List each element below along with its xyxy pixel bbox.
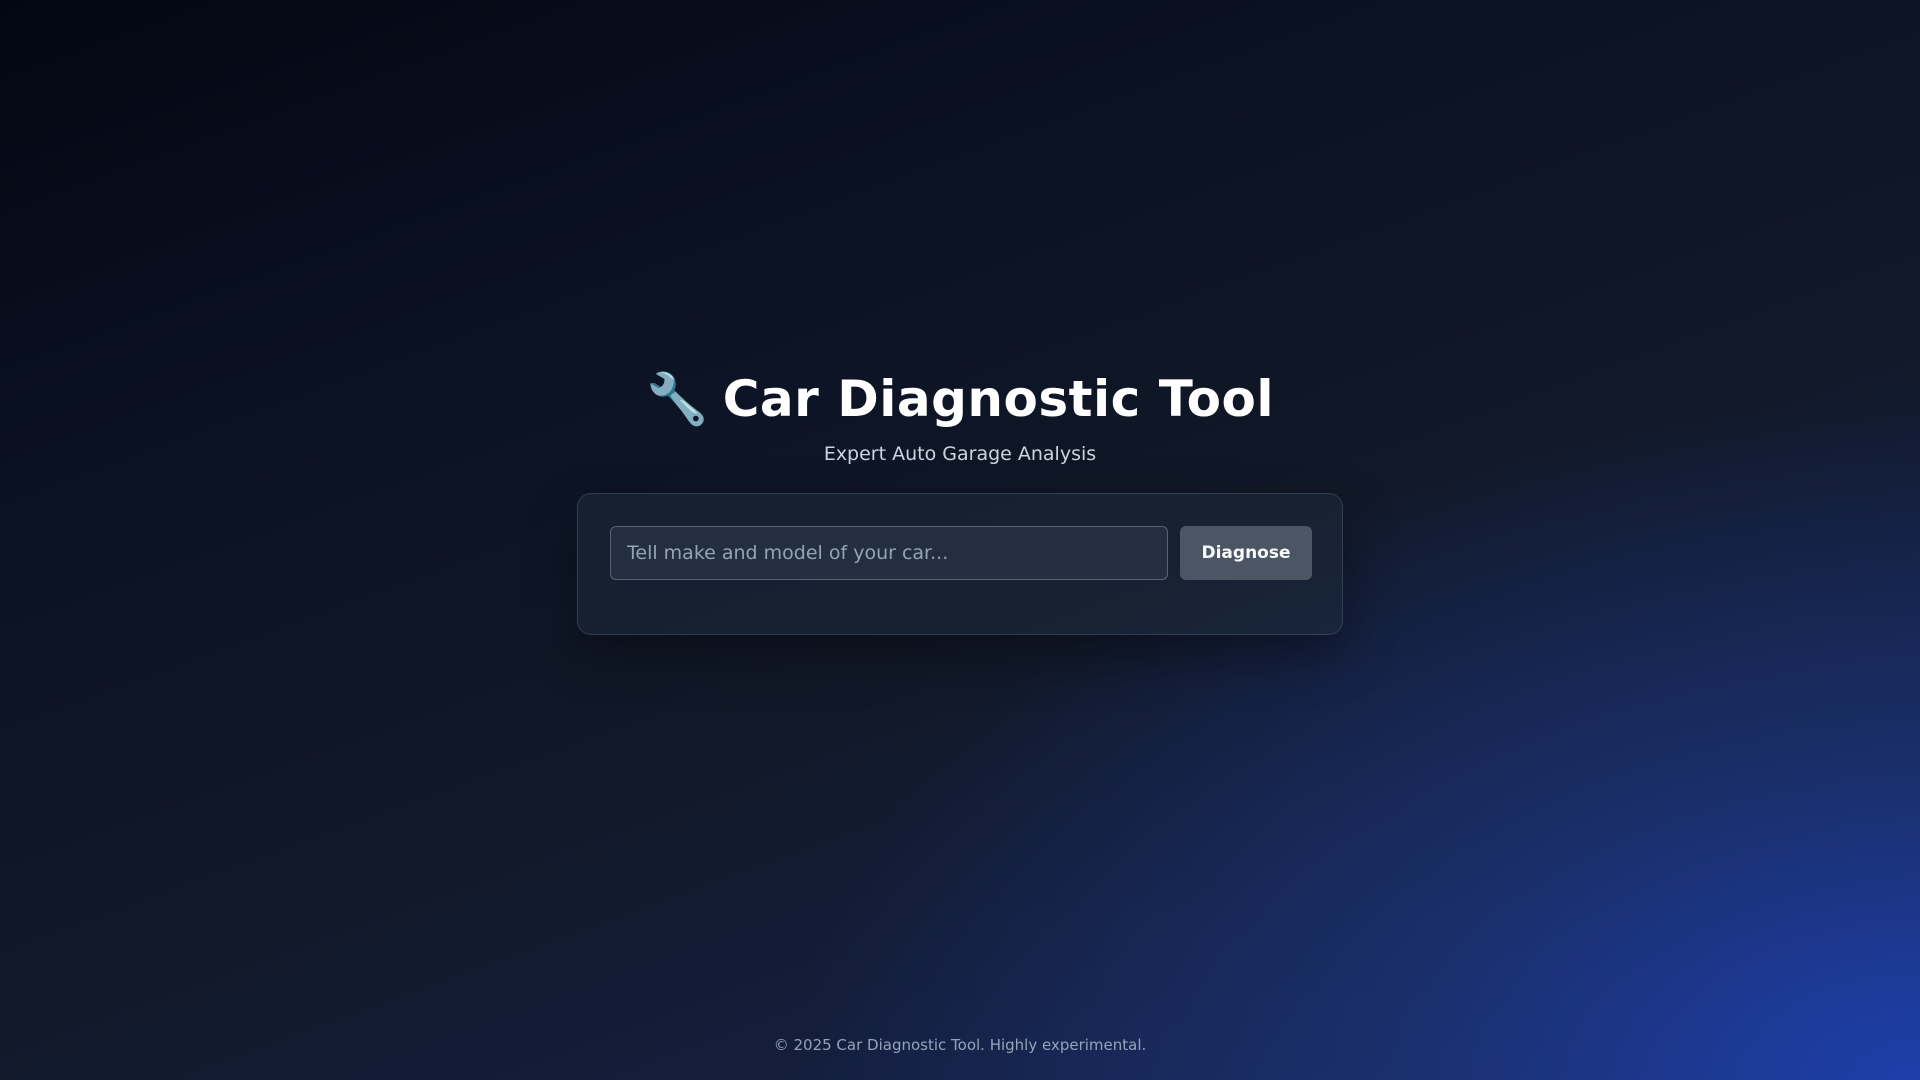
page-title: 🔧 Car Diagnostic Tool (0, 362, 1920, 436)
diagnose-button[interactable]: Diagnose (1180, 526, 1312, 580)
diagnosis-card: Diagnose (577, 493, 1343, 635)
page-title-text: Car Diagnostic Tool (722, 370, 1275, 428)
car-model-input[interactable] (610, 526, 1168, 580)
header: 🔧 Car Diagnostic Tool Expert Auto Garage … (0, 362, 1920, 466)
wrench-icon: 🔧 (645, 370, 709, 428)
page-subtitle: Expert Auto Garage Analysis (823, 443, 1097, 465)
footer-text: © 2025 Car Diagnostic Tool. Highly exper… (773, 1036, 1147, 1054)
page: 🔧 Car Diagnostic Tool Expert Auto Garage … (0, 0, 1920, 1080)
